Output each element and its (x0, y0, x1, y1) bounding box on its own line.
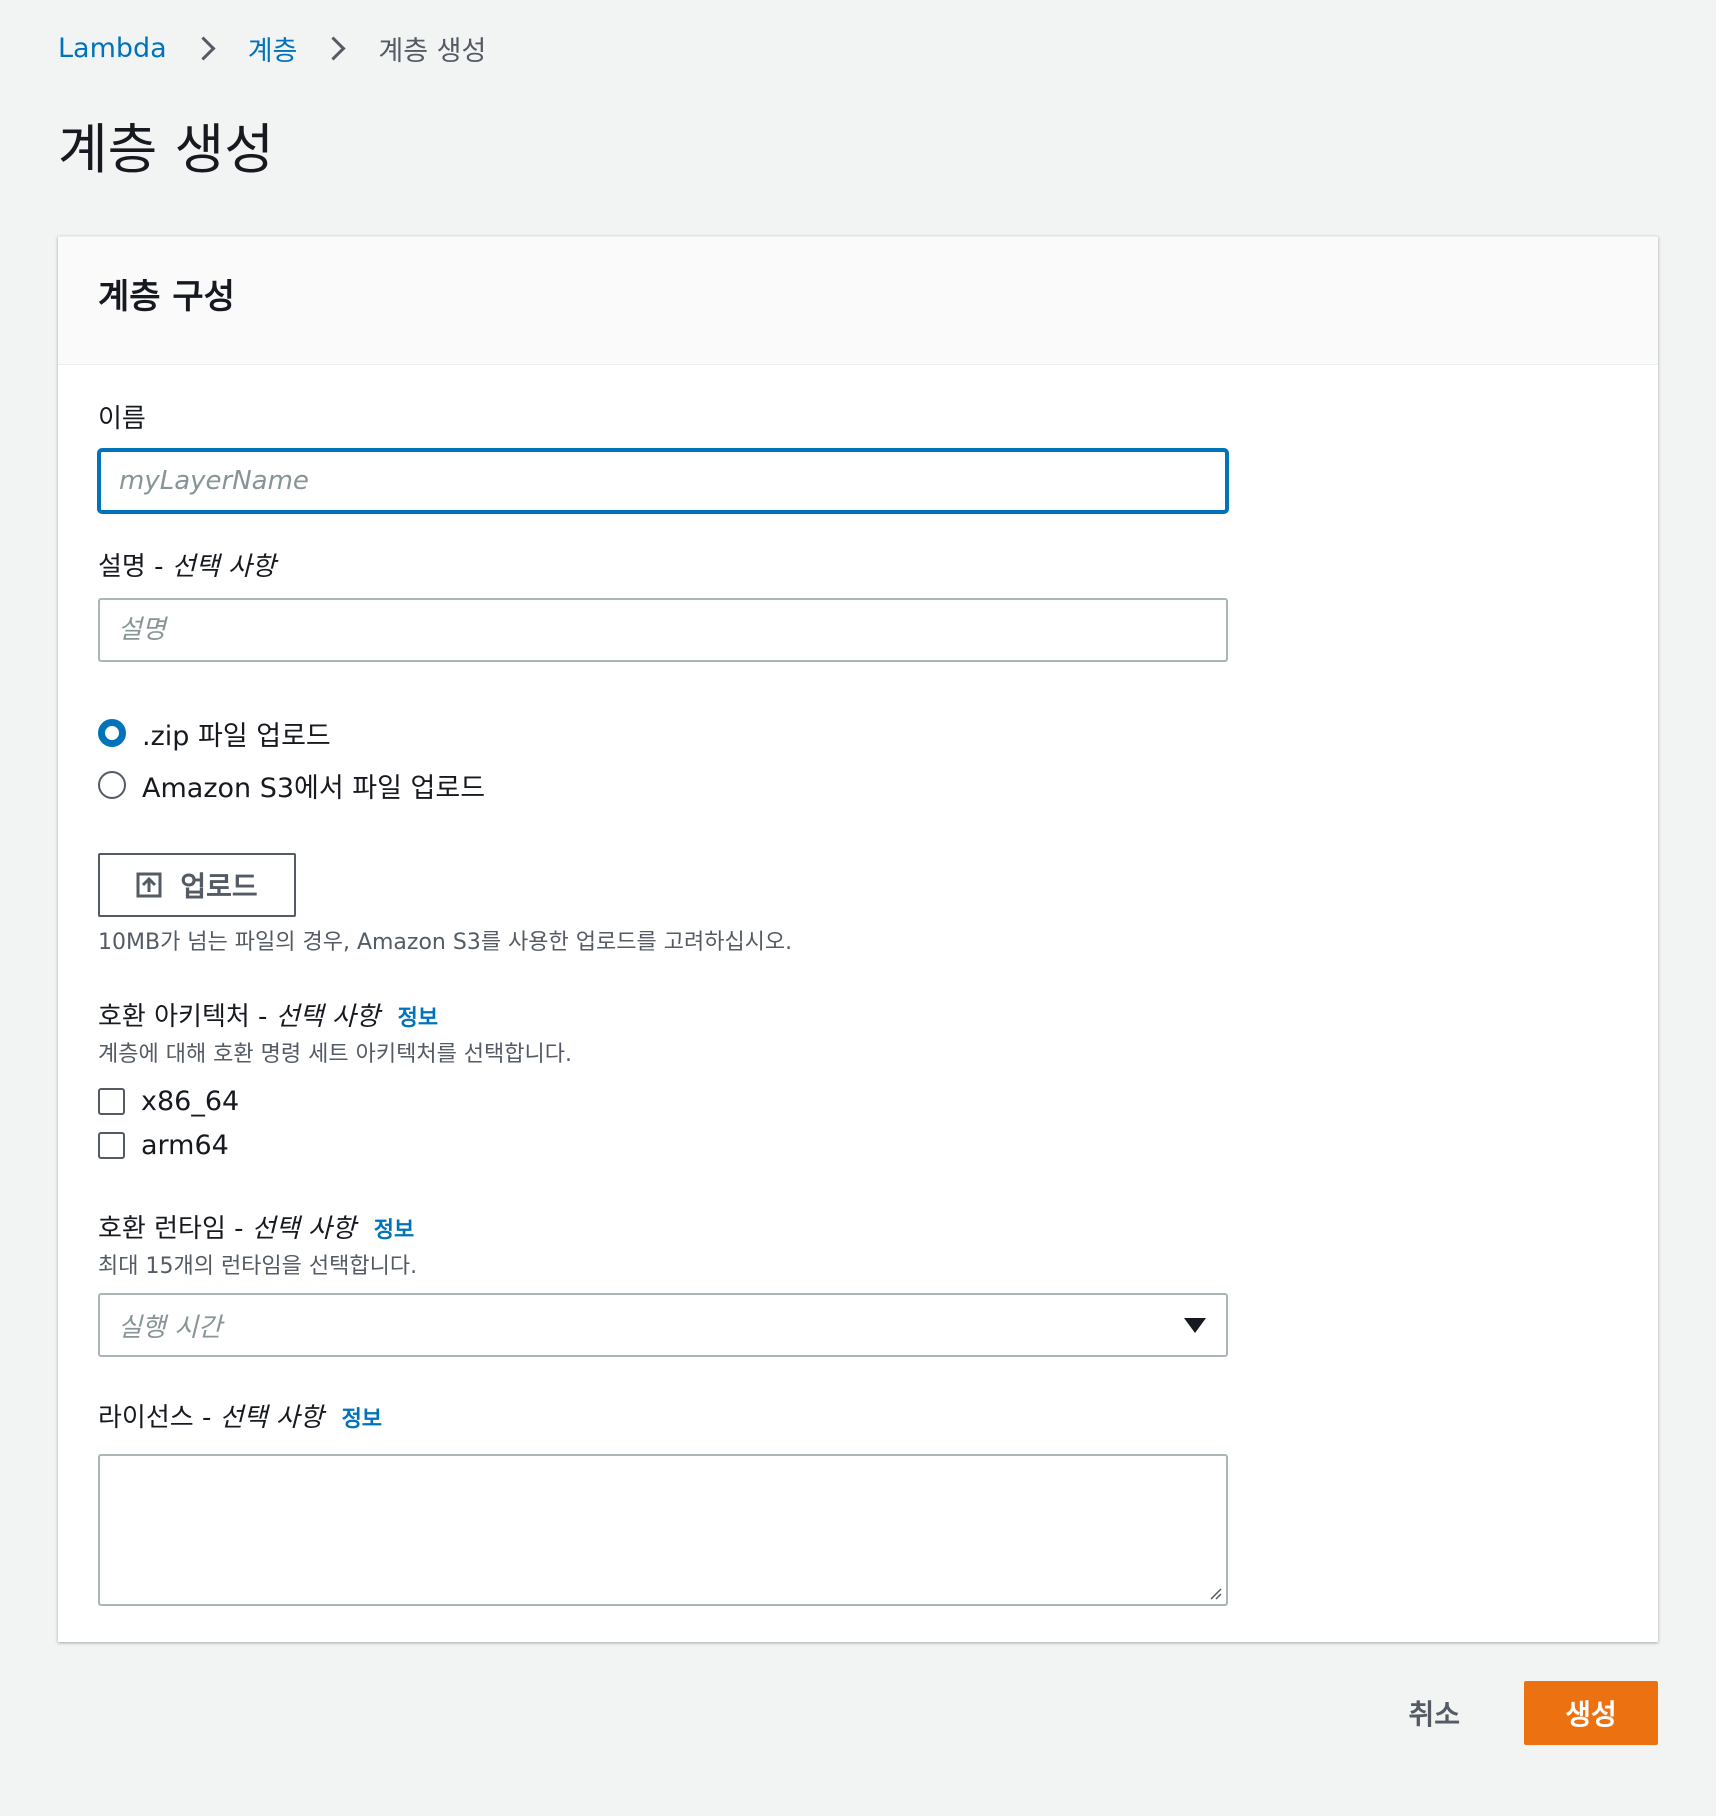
architectures-hint: 계층에 대해 호환 명령 세트 아키텍처를 선택합니다. (98, 1042, 572, 1067)
label-separator: - (225, 1214, 252, 1244)
architectures-field-group: 호환 아키텍처 - 선택 사항 정보 계층에 대해 호환 명령 세트 아키텍처를 … (98, 999, 572, 1167)
optional-text: 선택 사항 (219, 1403, 324, 1433)
breadcrumb-item-lambda[interactable]: Lambda (58, 33, 167, 64)
label-separator: - (145, 552, 172, 582)
runtimes-hint: 최대 15개의 런타임을 선택합니다. (98, 1254, 418, 1279)
name-field-group: 이름 (98, 401, 146, 437)
radio-button-s3[interactable] (98, 771, 126, 799)
description-label: 설명 - 선택 사항 (98, 549, 276, 585)
optional-text: 선택 사항 (275, 1002, 380, 1032)
checkbox-arm64[interactable] (98, 1131, 125, 1159)
runtimes-label-text: 호환 런타임 (98, 1214, 226, 1244)
radio-button-zip[interactable] (98, 719, 126, 747)
chevron-right-icon (321, 35, 346, 61)
cancel-button[interactable]: 취소 (1402, 1692, 1466, 1734)
runtimes-field-group: 호환 런타임 - 선택 사항 정보 최대 15개의 런타임을 선택합니다. 실행 … (98, 1211, 1228, 1357)
description-input-wrapper (98, 598, 1228, 662)
upload-source-radio-group: .zip 파일 업로드 Amazon S3에서 파일 업로드 (98, 707, 485, 811)
breadcrumb-item-current: 계층 생성 (378, 35, 487, 67)
description-input[interactable] (98, 598, 1228, 662)
resize-handle-icon[interactable] (1208, 1586, 1222, 1600)
license-label-text: 라이선스 (98, 1403, 194, 1433)
upload-hint: 10MB가 넘는 파일의 경우, Amazon S3를 사용한 업로드를 고려하… (98, 930, 793, 955)
license-textarea[interactable] (98, 1454, 1228, 1606)
radio-label-zip: .zip 파일 업로드 (142, 720, 331, 752)
upload-button[interactable]: 업로드 (98, 853, 296, 917)
layer-configuration-panel: 계층 구성 이름 설명 - 선택 사항 .zip 파일 업로드 Amazon S… (58, 236, 1658, 1642)
panel-title: 계층 구성 (98, 277, 235, 317)
runtimes-select[interactable]: 실행 시간 (98, 1293, 1228, 1357)
caret-down-icon (1184, 1317, 1206, 1333)
radio-label-s3: Amazon S3에서 파일 업로드 (142, 772, 486, 804)
architectures-label-text: 호환 아키텍처 (98, 1002, 250, 1032)
checkbox-label-arm64: arm64 (141, 1129, 229, 1161)
license-info-link[interactable]: 정보 (342, 1407, 382, 1432)
upload-button-label: 업로드 (180, 870, 258, 903)
name-label: 이름 (98, 404, 146, 434)
description-label-text: 설명 (98, 552, 146, 582)
runtimes-label: 호환 런타임 - 선택 사항 정보 (98, 1211, 1228, 1249)
optional-text: 선택 사항 (171, 552, 276, 582)
checkbox-option-x86_64[interactable]: x86_64 (98, 1079, 572, 1123)
architectures-label: 호환 아키텍처 - 선택 사항 정보 (98, 999, 572, 1037)
runtimes-info-link[interactable]: 정보 (374, 1218, 414, 1243)
architectures-checkbox-list: x86_64 arm64 (98, 1079, 572, 1167)
label-separator: - (249, 1002, 276, 1032)
name-input[interactable] (98, 449, 1228, 513)
description-field-group: 설명 - 선택 사항 (98, 549, 276, 585)
checkbox-option-arm64[interactable]: arm64 (98, 1123, 572, 1167)
form-actions: 취소 생성 (1402, 1681, 1658, 1745)
radio-option-s3[interactable]: Amazon S3에서 파일 업로드 (98, 759, 485, 811)
upload-icon (136, 872, 162, 898)
chevron-right-icon (191, 35, 216, 61)
upload-hint-wrapper: 10MB가 넘는 파일의 경우, Amazon S3를 사용한 업로드를 고려하… (98, 927, 792, 959)
license-field-group: 라이선스 - 선택 사항 정보 (98, 1400, 1228, 1606)
page-title: 계층 생성 (58, 118, 274, 181)
panel-header: 계층 구성 (58, 237, 1658, 365)
license-label: 라이선스 - 선택 사항 정보 (98, 1400, 1228, 1438)
checkbox-label-x86_64: x86_64 (141, 1085, 240, 1117)
name-input-wrapper (98, 449, 1228, 513)
radio-option-zip[interactable]: .zip 파일 업로드 (98, 707, 485, 759)
runtimes-select-placeholder: 실행 시간 (118, 1312, 222, 1343)
optional-text: 선택 사항 (251, 1214, 356, 1244)
checkbox-x86_64[interactable] (98, 1087, 125, 1115)
architectures-info-link[interactable]: 정보 (398, 1006, 438, 1031)
create-button[interactable]: 생성 (1524, 1681, 1658, 1745)
breadcrumb: Lambda 계층 계층 생성 (58, 28, 486, 68)
breadcrumb-item-layers[interactable]: 계층 (248, 29, 298, 68)
upload-button-wrapper: 업로드 (98, 853, 296, 917)
label-separator: - (193, 1403, 220, 1433)
